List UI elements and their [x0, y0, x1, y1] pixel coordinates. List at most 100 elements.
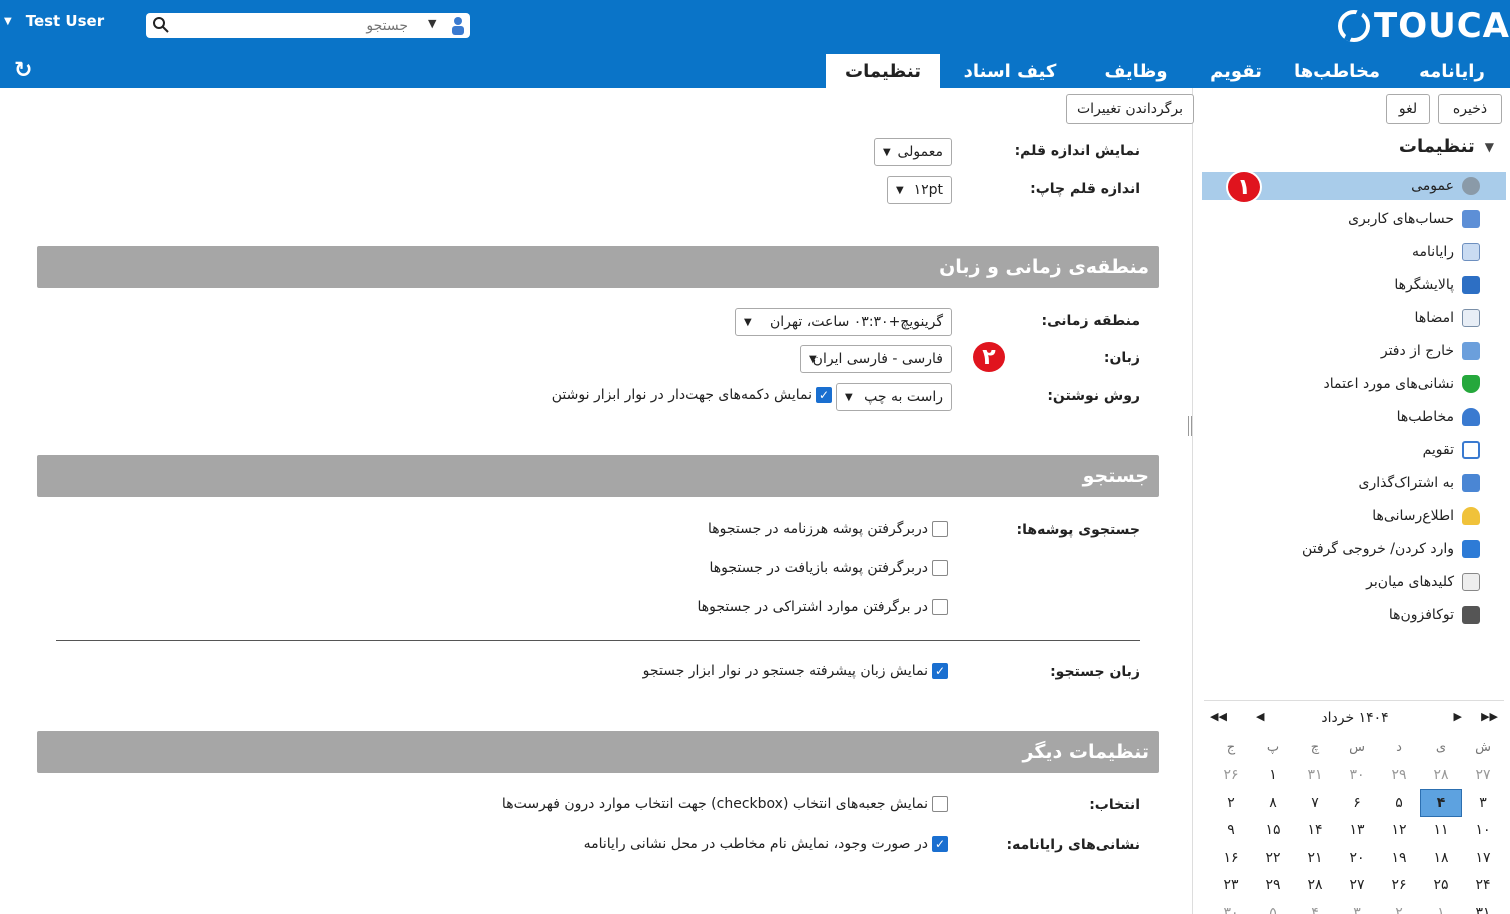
tab-mail[interactable]: رایانامه	[1394, 54, 1510, 88]
calendar-day[interactable]: ۳۱	[1462, 899, 1504, 914]
sidebar-item-contacts[interactable]: مخاطب‌ها	[1202, 403, 1506, 431]
calendar-day[interactable]: ۲۴	[1462, 872, 1504, 900]
calendar-day[interactable]: ۶	[1336, 789, 1378, 817]
calendar-day[interactable]: ۳	[1336, 899, 1378, 914]
timezone-select[interactable]: گرینویچ+۰۳:۳۰ ساعت، تهران ▼	[735, 308, 952, 336]
print-font-select[interactable]: ۱۲pt ▼	[887, 176, 952, 204]
calendar-day[interactable]: ۲۷	[1462, 762, 1504, 790]
search-type-dropdown-icon[interactable]: ▼	[428, 17, 436, 30]
calendar-day[interactable]: ۲۰	[1336, 844, 1378, 872]
calendar-day[interactable]: ۳	[1462, 789, 1504, 817]
sidebar-item-out-of-office[interactable]: خارج از دفتر	[1202, 337, 1506, 365]
sidebar-item-trusted-addresses[interactable]: نشانی‌های مورد اعتماد	[1202, 370, 1506, 398]
calendar-day[interactable]: ۲۱	[1294, 844, 1336, 872]
calendar-day[interactable]: ۱۲	[1378, 817, 1420, 845]
include-spam-checkbox[interactable]	[932, 521, 948, 537]
search-icon[interactable]	[152, 16, 170, 34]
sidebar-item-notifications[interactable]: اطلاع‌رسانی‌ها	[1202, 502, 1506, 530]
sidebar-item-calendar[interactable]: تقویم	[1202, 436, 1506, 464]
include-trash-option[interactable]: دربرگرفتن پوشه بازیافت در جستجوها	[709, 560, 948, 576]
calendar-day[interactable]: ۵	[1252, 899, 1294, 914]
calendar-day[interactable]: ۲۹	[1378, 762, 1420, 790]
calendar-day[interactable]: ۲۸	[1294, 872, 1336, 900]
settings-title-label: تنظیمات	[1398, 136, 1475, 157]
sidebar-item-shortcuts[interactable]: کلیدهای میان‌بر	[1202, 568, 1506, 596]
direction-buttons-checkbox[interactable]: ✓	[816, 387, 832, 403]
calendar-day[interactable]: ۲	[1210, 789, 1252, 817]
next-year-icon[interactable]: ▶▶	[1481, 710, 1498, 723]
tab-contacts[interactable]: مخاطب‌ها	[1280, 54, 1394, 88]
sidebar-item-signatures[interactable]: امضاها	[1202, 304, 1506, 332]
sidebar-item-zimlets[interactable]: توکافزون‌ها	[1202, 601, 1506, 629]
calendar-day[interactable]: ۳۰	[1336, 762, 1378, 790]
calendar-day[interactable]: ۲	[1378, 899, 1420, 914]
font-display-select[interactable]: معمولی ▼	[874, 138, 952, 166]
user-menu[interactable]: ▼ Test User	[4, 12, 104, 30]
calendar-day[interactable]: ۱۴	[1294, 817, 1336, 845]
calendar-day[interactable]: ۱۰	[1462, 817, 1504, 845]
tab-calendar[interactable]: تقویم	[1192, 54, 1280, 88]
advanced-search-language-checkbox[interactable]: ✓	[932, 663, 948, 679]
calendar-day[interactable]: ۷	[1294, 789, 1336, 817]
calendar-day[interactable]: ۲۳	[1210, 872, 1252, 900]
calendar-day[interactable]: ۴	[1420, 789, 1462, 817]
show-contact-name-checkbox[interactable]: ✓	[932, 836, 948, 852]
section-header-timezone: منطقه‌ی زمانی و زبان	[37, 246, 1159, 288]
calendar-day[interactable]: ۱۶	[1210, 844, 1252, 872]
calendar-day[interactable]: ۳۰	[1210, 899, 1252, 914]
weekday-header: س	[1349, 740, 1365, 756]
language-select[interactable]: فارسی - فارسی ایران ▼	[800, 345, 952, 373]
include-shared-option[interactable]: در برگرفتن موارد اشتراکی در جستجوها	[697, 599, 948, 615]
revert-changes-button[interactable]: برگرداندن تغییرات	[1066, 94, 1194, 124]
cancel-button[interactable]: لغو	[1386, 94, 1430, 124]
calendar-day[interactable]: ۲۸	[1420, 762, 1462, 790]
calendar-day[interactable]: ۱۳	[1336, 817, 1378, 845]
calendar-day[interactable]: ۹	[1210, 817, 1252, 845]
direction-buttons-option[interactable]: ✓ نمایش دکمه‌های جهت‌دار در نوار ابزار ن…	[552, 387, 832, 403]
next-month-icon[interactable]: ▶	[1454, 710, 1462, 723]
save-button[interactable]: ذخیره	[1438, 94, 1502, 124]
calendar-day[interactable]: ۱	[1252, 762, 1294, 790]
sidebar-item-mail[interactable]: رایانامه	[1202, 238, 1506, 266]
calendar-day[interactable]: ۱۸	[1420, 844, 1462, 872]
collapse-triangle-icon[interactable]: ▼	[1485, 140, 1494, 154]
settings-tree-title[interactable]: ▼ تنظیمات	[1399, 136, 1494, 157]
advanced-search-language-option[interactable]: ✓ نمایش زبان پیشرفته جستجو در نوار ابزار…	[643, 663, 948, 679]
calendar-day[interactable]: ۲۷	[1336, 872, 1378, 900]
sidebar-item-accounts[interactable]: حساب‌های کاربری	[1202, 205, 1506, 233]
touca-logo[interactable]: TOUCA	[1338, 4, 1510, 48]
calendar-day[interactable]: ۲۶	[1378, 872, 1420, 900]
prev-year-icon[interactable]: ◀◀	[1210, 710, 1227, 723]
sidebar-item-sharing[interactable]: به اشتراک‌گذاری	[1202, 469, 1506, 497]
sidebar-item-import-export[interactable]: وارد کردن/ خروجی گرفتن	[1202, 535, 1506, 563]
search-input[interactable]	[176, 13, 438, 38]
panel-splitter-handle[interactable]	[1188, 416, 1192, 436]
sidebar-item-filters[interactable]: پالایشگرها	[1202, 271, 1506, 299]
show-checkboxes-option[interactable]: نمایش جعبه‌های انتخاب (checkbox) جهت انت…	[502, 796, 948, 812]
include-spam-option[interactable]: دربرگرفتن پوشه هرزنامه در جستجوها	[708, 521, 948, 537]
tab-briefcase[interactable]: کیف اسناد	[940, 54, 1080, 88]
calendar-day[interactable]: ۲۵	[1420, 872, 1462, 900]
calendar-day[interactable]: ۱	[1420, 899, 1462, 914]
calendar-day[interactable]: ۴	[1294, 899, 1336, 914]
calendar-day[interactable]: ۲۶	[1210, 762, 1252, 790]
calendar-day[interactable]: ۱۵	[1252, 817, 1294, 845]
writing-direction-select[interactable]: راست به چپ ▼	[836, 383, 952, 411]
tab-tasks[interactable]: وظایف	[1080, 54, 1192, 88]
calendar-day[interactable]: ۲۹	[1252, 872, 1294, 900]
calendar-day[interactable]: ۸	[1252, 789, 1294, 817]
contact-search-icon[interactable]	[450, 16, 466, 35]
calendar-day[interactable]: ۱۹	[1378, 844, 1420, 872]
calendar-day[interactable]: ۱۷	[1462, 844, 1504, 872]
show-contact-name-option[interactable]: ✓ در صورت وجود، نمایش نام مخاطب در محل ن…	[584, 836, 948, 852]
show-checkboxes-checkbox[interactable]	[932, 796, 948, 812]
calendar-day[interactable]: ۲۲	[1252, 844, 1294, 872]
prev-month-icon[interactable]: ◀	[1256, 710, 1264, 723]
calendar-day[interactable]: ۱۱	[1420, 817, 1462, 845]
include-trash-checkbox[interactable]	[932, 560, 948, 576]
calendar-day[interactable]: ۳۱	[1294, 762, 1336, 790]
refresh-icon[interactable]: ↻	[14, 58, 32, 83]
include-shared-checkbox[interactable]	[932, 599, 948, 615]
calendar-day[interactable]: ۵	[1378, 789, 1420, 817]
tab-settings[interactable]: تنظیمات	[826, 54, 940, 88]
